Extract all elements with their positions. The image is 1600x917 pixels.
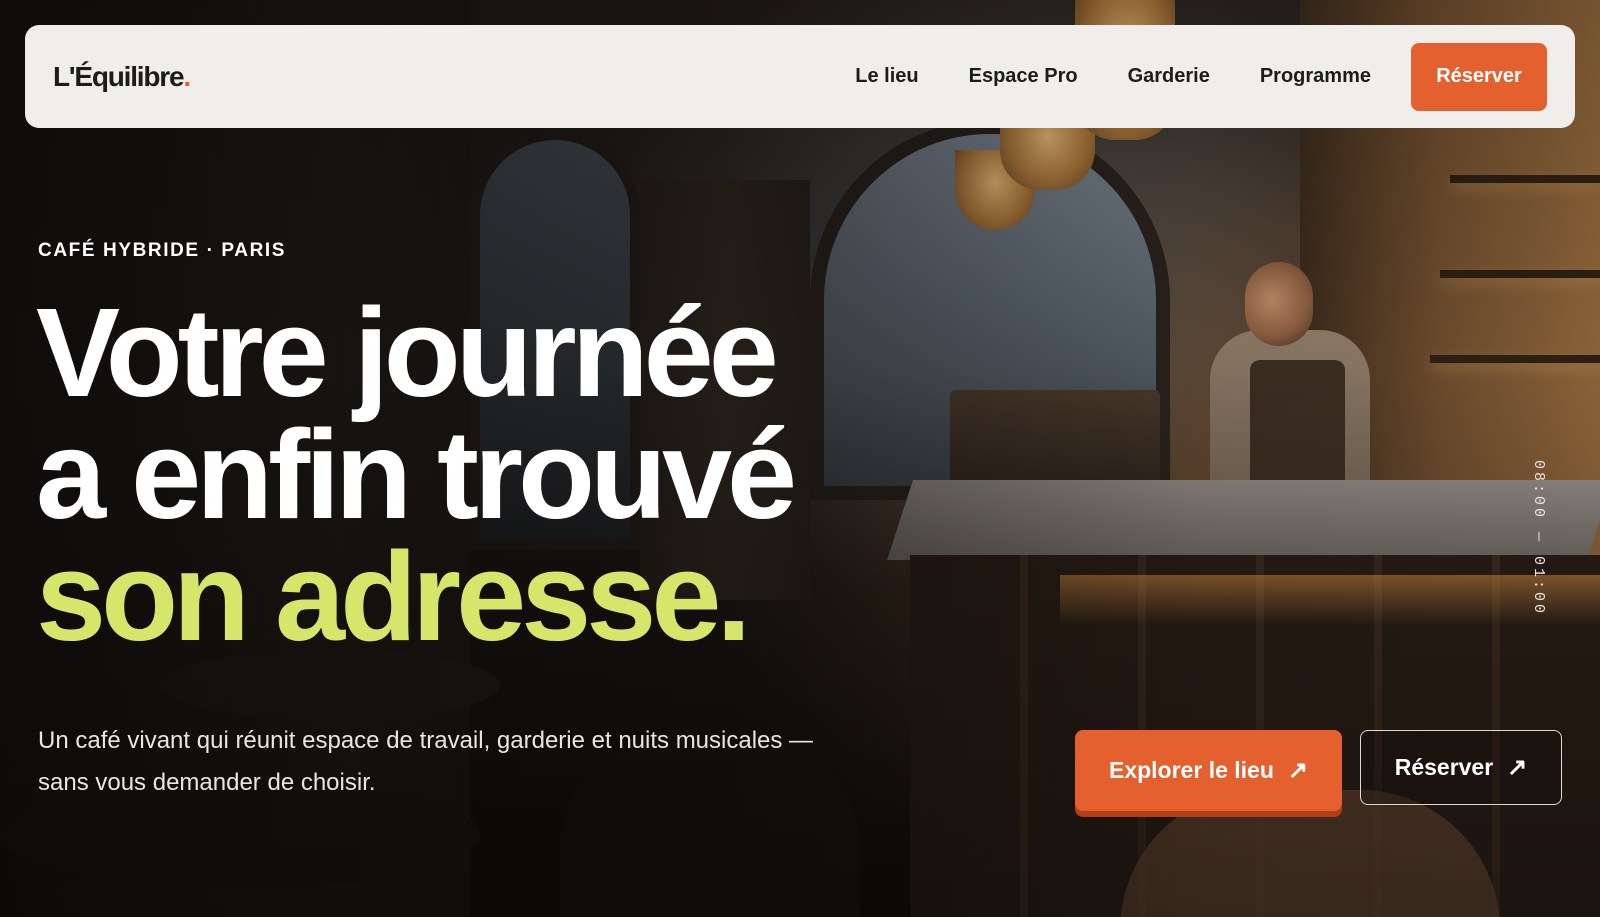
main-nav: Le lieu Espace Pro Garderie Programme Ré… (855, 42, 1547, 111)
nav-link-espace-pro[interactable]: Espace Pro (969, 65, 1078, 88)
hero-reserve-button[interactable]: Réserver ↗ (1360, 730, 1562, 805)
explore-venue-label: Explorer le lieu (1108, 757, 1274, 783)
hero-headline-line-1: Votre journée (36, 282, 779, 423)
explore-venue-button[interactable]: Explorer le lieu ↗ (1075, 730, 1342, 811)
top-navbar: L'Équilibre. Le lieu Espace Pro Garderie… (25, 25, 1575, 128)
hero-eyebrow: CAFÉ HYBRIDE · PARIS (38, 240, 287, 261)
hero-headline-line-2: a enfin trouvé (36, 404, 797, 545)
hero-reserve-label: Réserver (1394, 754, 1494, 780)
nav-reserve-button[interactable]: Réserver (1411, 42, 1547, 111)
nav-link-garderie[interactable]: Garderie (1128, 65, 1210, 88)
hero-headline-accent: son adresse. (36, 526, 751, 667)
hero-subcopy: Un café vivant qui réunit espace de trav… (38, 727, 814, 796)
logo-dot: . (183, 60, 191, 92)
hero-cta-group: Explorer le lieu ↗ Réserver ↗ (1075, 730, 1562, 811)
nav-link-le-lieu[interactable]: Le lieu (855, 65, 918, 88)
opening-hours: 08:00 — 01:00 (1530, 460, 1547, 617)
nav-link-programme[interactable]: Programme (1260, 65, 1371, 88)
arrow-up-right-icon: ↗ (1507, 754, 1528, 781)
hero-headline: Votre journée a enfin trouvé son adresse… (36, 282, 797, 667)
arrow-up-right-icon: ↗ (1287, 757, 1308, 784)
logo-text: L'Équilibre (53, 60, 185, 92)
site-logo[interactable]: L'Équilibre. (53, 60, 191, 93)
